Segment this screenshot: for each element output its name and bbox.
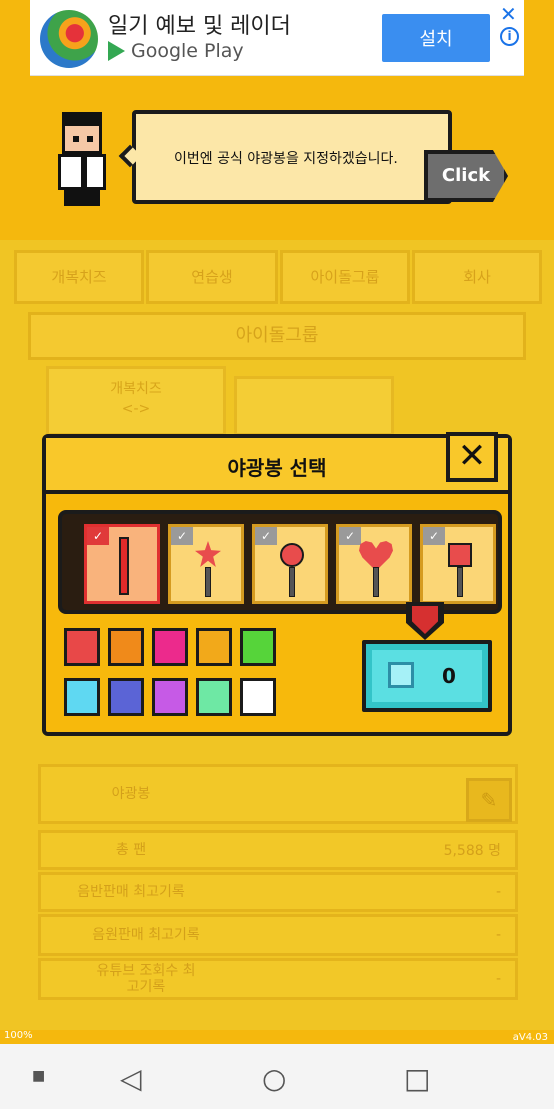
stat-label: 음반판매 최고기록 xyxy=(77,884,185,900)
color-swatch-mint[interactable] xyxy=(196,678,232,716)
group-card-sub: <-> xyxy=(121,401,151,417)
stat-row: 총 팬 5,588 명 xyxy=(38,830,518,870)
color-swatch-sky[interactable] xyxy=(64,678,100,716)
ad-subtitle: Google Play xyxy=(108,40,244,62)
group-card-name: 개복치즈 xyxy=(110,381,162,397)
check-icon: ✓ xyxy=(171,527,193,545)
home-icon[interactable]: ○ xyxy=(262,1062,286,1095)
stat-row: 음반판매 최고기록 - xyxy=(38,872,518,912)
purchase-button-face: 0 xyxy=(372,650,482,702)
modal-titlebar: 야광봉 선택 xyxy=(46,438,508,494)
lightstick-square-icon xyxy=(448,543,472,567)
back-icon[interactable]: ◁ xyxy=(120,1062,142,1095)
lightstick-option-heart[interactable]: ✓ xyxy=(336,524,412,604)
lightstick-handle xyxy=(457,567,463,597)
section-title: 아이돌그룹 xyxy=(28,312,526,360)
menu-dot-icon[interactable]: ■ xyxy=(32,1068,45,1084)
stat-value: - xyxy=(495,884,501,900)
color-swatch-purple[interactable] xyxy=(152,678,188,716)
lightstick-label: 야광봉 xyxy=(111,786,151,802)
weather-app-icon xyxy=(40,10,98,68)
lightstick-plain-icon xyxy=(119,537,129,595)
lightstick-option-plain[interactable]: ✓ xyxy=(84,524,160,604)
stat-label: 유튜브 조회수 최고기록 xyxy=(96,963,196,995)
lightstick-list: ✓ ✓ ✓ ✓ ✓ xyxy=(58,510,502,614)
color-swatch-orange[interactable] xyxy=(108,628,144,666)
check-icon: ✓ xyxy=(423,527,445,545)
color-swatch-white[interactable] xyxy=(240,678,276,716)
lightstick-option-star[interactable]: ✓ xyxy=(168,524,244,604)
lightstick-option-square[interactable]: ✓ xyxy=(420,524,496,604)
click-next-button[interactable]: Click xyxy=(424,150,508,202)
lightstick-star-icon xyxy=(195,541,221,567)
lightstick-option-round[interactable]: ✓ xyxy=(252,524,328,604)
recent-apps-icon[interactable]: □ xyxy=(404,1062,430,1095)
color-swatch-blue[interactable] xyxy=(108,678,144,716)
lightstick-row: 야광봉 xyxy=(38,764,518,824)
color-swatch-red[interactable] xyxy=(64,628,100,666)
tab-company: 회사 xyxy=(412,250,542,304)
stat-row: 유튜브 조회수 최고기록 - xyxy=(38,958,518,1000)
modal-title: 야광봉 선택 xyxy=(227,456,327,480)
lightstick-handle xyxy=(289,567,295,597)
android-navbar: ■ ◁ ○ □ xyxy=(0,1044,554,1109)
stat-label: 음원판매 최고기록 xyxy=(92,927,200,943)
check-icon: ✓ xyxy=(255,527,277,545)
stat-value: - xyxy=(495,927,501,943)
lightstick-round-icon xyxy=(280,543,304,567)
stat-value: 5,588 명 xyxy=(443,843,501,859)
ad-install-button[interactable]: 설치 xyxy=(382,14,490,62)
zoom-level: 100% xyxy=(4,1030,33,1041)
tab-idol-group: 아이돌그룹 xyxy=(280,250,410,304)
info-icon[interactable]: i xyxy=(500,27,519,46)
color-swatch-pink[interactable] xyxy=(152,628,188,666)
close-icon[interactable]: ✕ xyxy=(500,2,517,26)
group-card: 개복치즈 <-> xyxy=(46,366,226,436)
google-play-icon xyxy=(108,41,125,61)
stat-label: 총 팬 xyxy=(115,842,147,858)
ad-title: 일기 예보 및 레이더 xyxy=(108,14,291,39)
lightstick-handle xyxy=(205,567,211,597)
price-value: 0 xyxy=(442,664,456,688)
dialog-message: 이번엔 공식 야광봉을 지정하겠습니다. xyxy=(174,151,398,167)
check-icon: ✓ xyxy=(339,527,361,545)
check-icon: ✓ xyxy=(87,527,109,545)
group-card-slot xyxy=(234,376,394,436)
tab-trainee: 연습생 xyxy=(146,250,278,304)
lightstick-handle xyxy=(373,567,379,597)
confirm-purchase-button[interactable]: 0 xyxy=(362,640,492,712)
manager-character xyxy=(52,112,114,206)
speech-bubble: 이번엔 공식 야광봉을 지정하겠습니다. xyxy=(132,110,452,204)
color-swatch-gold[interactable] xyxy=(196,628,232,666)
color-swatch-green[interactable] xyxy=(240,628,276,666)
stat-value: - xyxy=(495,971,501,987)
gem-icon xyxy=(388,662,414,688)
stat-row: 음원판매 최고기록 - xyxy=(38,914,518,956)
edit-icon: ✎ xyxy=(466,778,512,822)
tab-group-name: 개복치즈 xyxy=(14,250,144,304)
lightstick-select-modal: 야광봉 선택 ✕ ✓ ✓ ✓ ✓ ✓ 0 xyxy=(42,432,512,736)
modal-close-button[interactable]: ✕ xyxy=(446,432,498,482)
version-label: aV4.03 xyxy=(512,1032,548,1043)
ad-store-label: Google Play xyxy=(131,40,244,62)
ad-banner[interactable]: 일기 예보 및 레이더 Google Play 설치 ✕ i xyxy=(30,0,524,76)
